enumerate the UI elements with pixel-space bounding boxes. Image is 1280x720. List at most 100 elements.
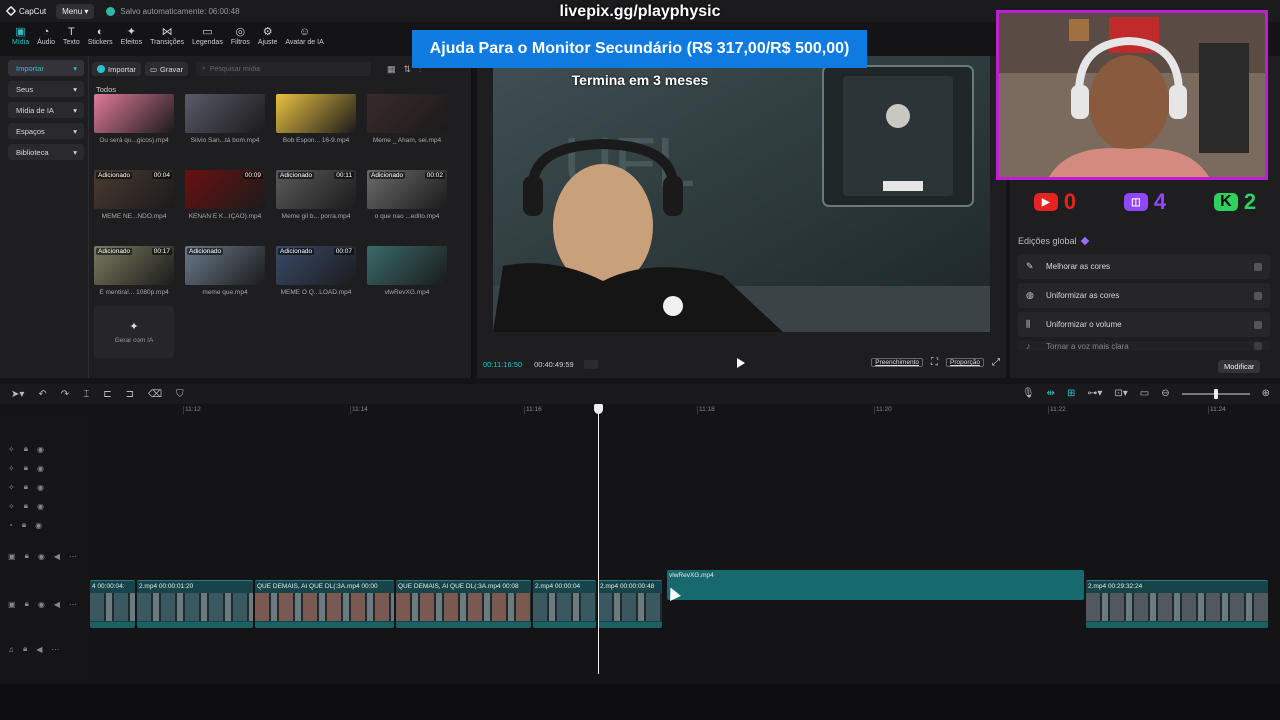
modify-button[interactable]: Modificar [1218,360,1261,373]
more-icon[interactable]: ⋯ [69,552,77,561]
split-left-icon[interactable]: ⊏ [103,389,111,400]
expand-icon[interactable]: ⤢ [992,357,1000,368]
video-clip[interactable]: 2.mp4 00:00:04 [533,580,596,628]
select-tool-icon[interactable]: ➤▾ [11,389,24,400]
eye-icon[interactable]: ◉ [37,483,44,492]
preview-axis-icon[interactable]: ⊶▾ [1087,388,1102,399]
timeline-ruler[interactable]: 11:12 11:14 11:16 11:18 11:20 11:22 11:24 [90,404,1280,418]
toggle-switch[interactable] [1254,320,1262,329]
video-preview[interactable]: UFL [493,56,990,332]
video-clip[interactable]: 2.mp4 00:00:01:20 [137,580,253,628]
tab-filters[interactable]: ◎ Filtros [227,24,254,48]
media-item[interactable]: Bob Espon... 16-9.mp4 [276,94,356,170]
toggle-switch[interactable] [1254,291,1262,300]
play-icon[interactable] [737,358,745,368]
eye-icon[interactable]: ◉ [37,445,44,454]
tab-sticker[interactable]: ◐ Stickers [84,24,117,48]
lock-icon[interactable]: 🔒︎ [25,551,29,561]
marker-icon[interactable]: ⛉ [176,389,184,400]
tab-audio[interactable]: ◔ Áudio [33,24,59,48]
lock-icon[interactable]: 🔒︎ [24,463,28,473]
media-item[interactable]: Adicionado meme que.mp4 [185,246,265,322]
zoom-out-icon[interactable]: ⊖ [1161,388,1169,399]
media-item[interactable]: Adicionado 00:07 MEME O Q...LOAD.mp4 [276,246,356,322]
delete-icon[interactable]: ⌫ [148,389,162,400]
generate-ai-button[interactable]: ✦ Gerar com IA [94,306,174,358]
selected-video-clip[interactable]: vlwRevXG.mp4 [667,570,1084,600]
zoom-slider-knob[interactable] [1213,388,1218,399]
sidebar-item-1[interactable]: Seus ▾ [8,81,84,97]
tab-effects[interactable]: ✦ Efeitos [117,24,146,48]
sidebar-item-0[interactable]: Importar ▾ [8,60,84,76]
video-clip[interactable]: 4 00:00:04: [90,580,135,628]
playhead-handle[interactable] [594,404,603,414]
record-button[interactable]: ▭ Gravar [144,62,188,76]
tab-captions[interactable]: ▭ Legendas [188,24,227,48]
media-thumbnail[interactable]: Adicionado 00:07 [276,246,356,285]
import-button[interactable]: Importar [92,62,141,76]
link-clips-icon[interactable]: ⇹ [1047,388,1055,399]
timecode-format-icon[interactable] [583,359,598,369]
search-input[interactable]: ⌕ Pesquisar mídia [195,62,371,76]
sort-icon[interactable]: ⇅ [403,64,411,75]
global-edit-item[interactable]: ◍ Uniformizar as cores [1018,283,1270,308]
split-right-icon[interactable]: ⊐ [126,389,134,400]
media-thumbnail[interactable] [276,94,356,133]
playhead[interactable] [594,404,603,674]
eye-icon[interactable]: ◉ [37,464,44,473]
eye-icon[interactable]: ◉ [38,600,45,609]
speaker-icon[interactable]: ◀︎ [54,600,60,609]
split-icon[interactable]: ⌶ [83,389,89,400]
sidebar-item-3[interactable]: Espaços ▾ [8,123,84,139]
speaker-icon[interactable]: ◀︎ [54,552,60,561]
media-item[interactable]: Adicionado 00:02 o que nao ...edito.mp4 [367,170,447,246]
media-thumbnail[interactable] [367,246,447,285]
fullscreen-crop-icon[interactable]: ⛶ [931,357,938,368]
global-edit-item[interactable]: ✎ Melhorar as cores [1018,254,1270,279]
tab-transitions[interactable]: ⋈ Transições [146,24,188,48]
media-thumbnail[interactable] [185,94,265,133]
snap-icon[interactable]: ⊡▾ [1114,388,1127,399]
sidebar-item-2[interactable]: Mídia de IA ▾ [8,102,84,118]
tab-media[interactable]: ▣ Mídia [8,24,33,48]
eye-icon[interactable]: ◉ [38,552,45,561]
lock-icon[interactable]: 🔒︎ [24,482,28,492]
media-item[interactable]: 00:09 KENAN E K...IÇÃO).mp4 [185,170,265,246]
video-clip[interactable]: QUE DEMAIS, AI QUE DL(:3A.mp4 00:08 [396,580,531,628]
toggle-switch[interactable] [1254,342,1262,350]
media-item[interactable]: Meme _ Aham, sei.mp4 [367,94,447,170]
media-item[interactable]: Silvio San...tá bom.mp4 [185,94,265,170]
media-thumbnail[interactable]: Adicionado 00:02 [367,170,447,209]
grid-view-icon[interactable]: ▦ [387,64,396,75]
video-clip[interactable]: 2.mp4 00:29:32:24 [1086,580,1268,628]
tab-adjust[interactable]: ⚙ Ajuste [254,24,281,48]
lock-icon[interactable]: 🔒︎ [24,501,28,511]
media-item[interactable]: Ou será qu...gicos).mp4 [94,94,174,170]
caption-track-icon[interactable]: ▭ [1140,388,1149,399]
global-edit-item[interactable]: ♪ Tornar a voz mais clara [1018,341,1270,351]
redo-icon[interactable]: ↷ [61,389,69,400]
zoom-slider[interactable] [1181,388,1250,399]
media-thumbnail[interactable]: Adicionado 00:04 [94,170,174,209]
video-clip[interactable]: 2.mp4 00:00:00:48 [598,580,662,628]
microphone-icon[interactable]: 🎙︎ [1022,388,1035,399]
ratio-button[interactable]: Proporção [946,358,984,367]
toggle-switch[interactable] [1254,262,1262,271]
eye-icon[interactable]: ◉ [37,502,44,511]
tab-ai-avatar[interactable]: ☺ Avatar de IA [281,24,327,48]
more-icon[interactable]: ⋯ [51,645,59,654]
fill-button[interactable]: Preenchimento [871,358,923,367]
zoom-in-icon[interactable]: ⊕ [1262,388,1270,399]
lock-icon[interactable]: 🔒︎ [24,444,28,454]
lock-icon[interactable]: 🔒︎ [23,644,27,654]
sidebar-item-4[interactable]: Biblioteca ▾ [8,144,84,160]
media-thumbnail[interactable]: Adicionado [185,246,265,285]
video-clip[interactable]: QUE DEMAIS, AI QUE DL(:3A.mp4 00:00 [255,580,394,628]
magnet-icon[interactable]: ⊞ [1067,388,1075,399]
global-edit-item[interactable]: ⫼ Uniformizar o volume [1018,312,1270,337]
media-thumbnail[interactable]: Adicionado 00:11 [276,170,356,209]
media-item[interactable]: Adicionado 00:04 MEME NE...NDO.mp4 [94,170,174,246]
speaker-icon[interactable]: ◀︎ [36,645,42,654]
more-icon[interactable]: ⋯ [69,600,77,609]
timeline-tracks[interactable]: 4 00:00:04: 2.mp4 00:00:01:20 QUE DEMAIS, … [90,418,1280,680]
